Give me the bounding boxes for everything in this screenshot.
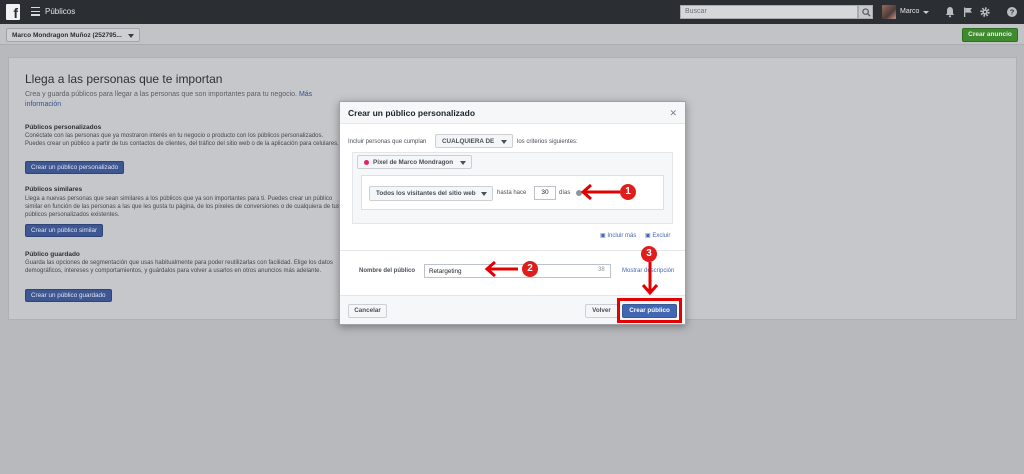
pixel-status-icon: [364, 159, 369, 165]
search-button[interactable]: [858, 5, 873, 19]
arrow-down-icon: [641, 262, 659, 296]
ad-account-selector[interactable]: Marco Mondragon Muñoz (252795...: [6, 28, 140, 42]
page-subtitle: Crea y guarda públicos para llegar a las…: [25, 90, 340, 110]
criteria-suffix-label: los criterios siguientes:: [517, 139, 578, 145]
app-title: Públicos: [45, 7, 76, 16]
search-icon: [862, 8, 871, 17]
lookalike-audiences-title: Públicos similares: [25, 186, 83, 193]
saved-audience-description: Guarda las opciones de segmentación que …: [25, 260, 333, 274]
arrow-left-icon: [580, 183, 620, 201]
custom-audiences-description: Conéctate con las personas que ya mostra…: [25, 133, 339, 147]
saved-audience-title: Público guardado: [25, 251, 80, 258]
chevron-down-icon[interactable]: [923, 11, 929, 14]
chevron-down-icon: [481, 192, 487, 196]
account-bar: Marco Mondragon Muñoz (252795...: [0, 24, 1024, 45]
create-ad-button[interactable]: Crear anuncio: [962, 28, 1018, 42]
search-input[interactable]: Buscar: [680, 5, 858, 19]
include-people-label: Incluir personas que cumplan: [348, 139, 427, 145]
arrow-left-icon: [484, 260, 518, 278]
retention-days-input[interactable]: 30: [534, 186, 556, 200]
page-title: Llega a las personas que te importan: [25, 72, 223, 86]
top-bar: f Públicos Buscar Marco ?: [0, 0, 1024, 24]
days-label: días: [559, 190, 571, 196]
create-saved-audience-button[interactable]: Crear un público guardado: [25, 289, 112, 302]
lookalike-audiences-description: Llega a nuevas personas que sean similar…: [25, 196, 340, 218]
create-button-highlight: [617, 298, 682, 323]
back-button[interactable]: Volver: [585, 304, 618, 318]
ad-account-name: Marco Mondragon Muñoz (252795...: [12, 32, 122, 39]
chevron-down-icon: [128, 34, 134, 38]
notifications-bell-icon[interactable]: [944, 6, 956, 18]
step-badge-2: 2: [522, 261, 538, 277]
svg-text:?: ?: [1010, 8, 1015, 17]
match-type-value: CUALQUIERA DE: [442, 138, 495, 145]
flag-icon[interactable]: [962, 6, 974, 18]
menu-icon[interactable]: [31, 7, 40, 16]
custom-audiences-title: Públicos personalizados: [25, 124, 102, 131]
audience-name-label: Nombre del público: [359, 268, 416, 274]
include-more-label: Incluir más: [607, 233, 637, 239]
divider: [340, 250, 685, 251]
avatar[interactable]: [882, 5, 896, 19]
create-custom-audience-button[interactable]: Crear un público personalizado: [25, 161, 125, 174]
dialog-title: Crear un público personalizado: [348, 108, 476, 118]
close-icon[interactable]: ✕: [669, 108, 677, 119]
audience-name-char-count: 38: [598, 267, 605, 273]
match-type-dropdown[interactable]: CUALQUIERA DE: [435, 134, 513, 148]
include-more-link[interactable]: ▣ Incluir más: [600, 232, 636, 239]
step-badge-3: 3: [641, 246, 657, 262]
pixel-value: Píxel de Marco Mondragon: [373, 159, 454, 166]
exclude-label: Excluir: [652, 233, 671, 239]
hasta-hace-label: hasta hace: [497, 190, 527, 196]
chevron-down-icon: [460, 161, 466, 165]
create-custom-audience-dialog: Crear un público personalizado ✕ Incluir…: [339, 101, 686, 325]
page-subtitle-text: Crea y guarda públicos para llegar a las…: [25, 91, 297, 98]
website-traffic-dropdown[interactable]: Todos los visitantes del sitio web: [369, 186, 493, 201]
cancel-button[interactable]: Cancelar: [348, 304, 387, 318]
user-name[interactable]: Marco: [900, 8, 919, 15]
chevron-down-icon: [501, 140, 507, 144]
website-traffic-value: Todos los visitantes del sitio web: [376, 190, 476, 197]
dialog-header: Crear un público personalizado ✕: [340, 102, 685, 124]
facebook-logo-icon[interactable]: f: [6, 4, 20, 20]
gear-icon[interactable]: [979, 6, 991, 18]
step-badge-1: 1: [620, 184, 636, 200]
pixel-dropdown[interactable]: Píxel de Marco Mondragon: [357, 155, 472, 169]
help-icon[interactable]: ?: [1006, 6, 1018, 18]
create-lookalike-audience-button[interactable]: Crear un público similar: [25, 224, 104, 237]
exclude-link[interactable]: ▣ Excluir: [645, 232, 670, 239]
